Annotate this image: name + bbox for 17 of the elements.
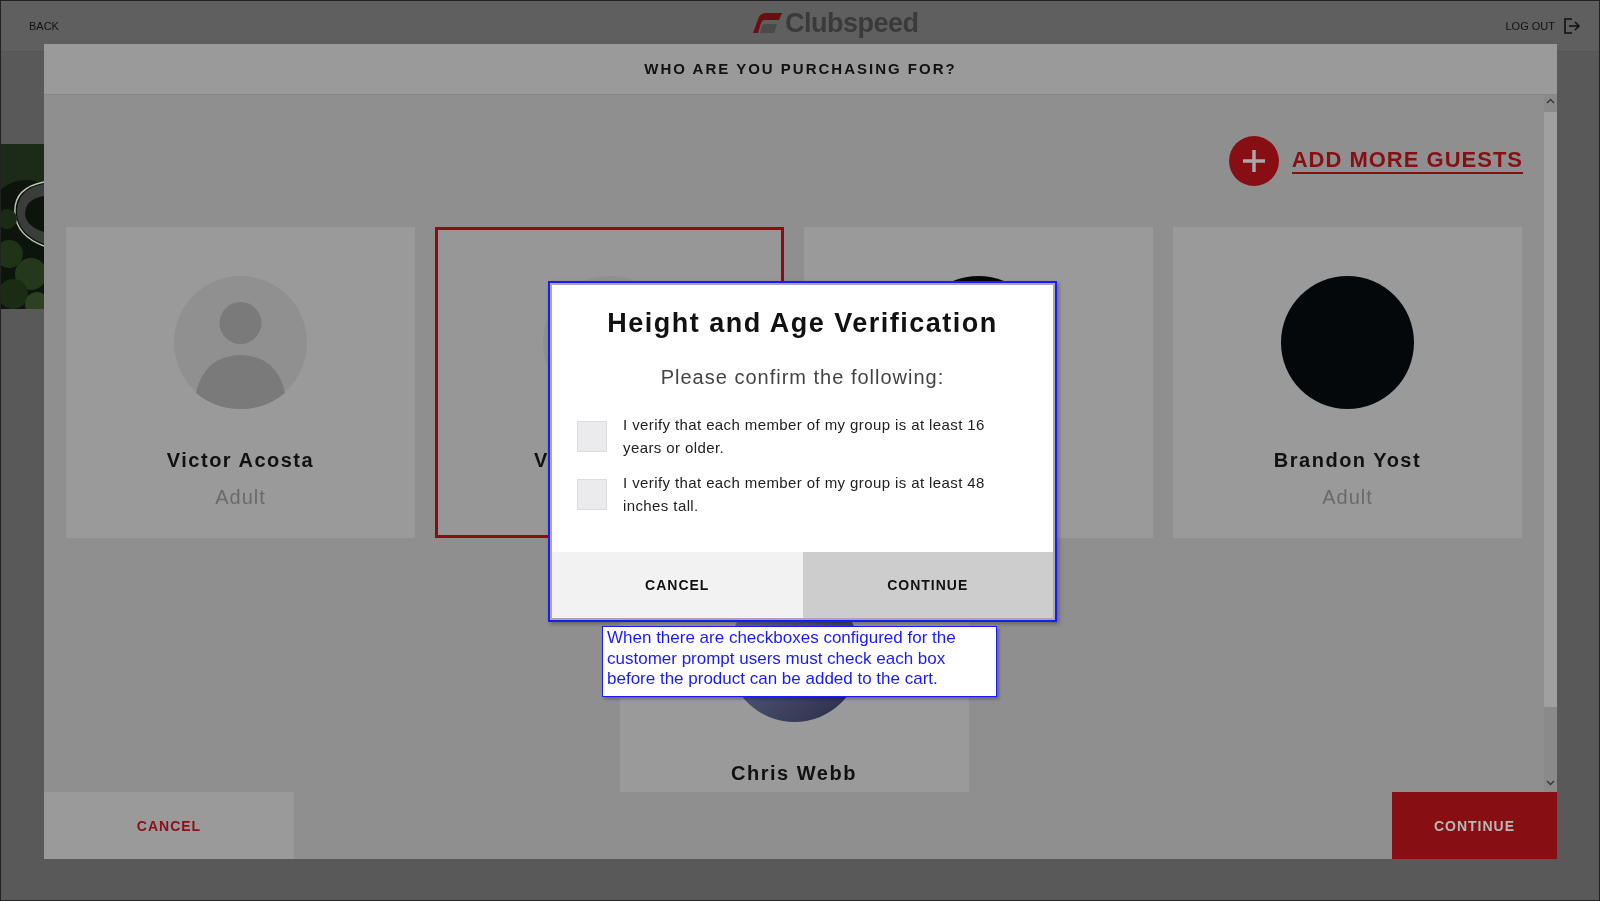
dialog-subtitle: Please confirm the following: <box>659 366 946 389</box>
continue-button[interactable]: CONTINUE <box>1392 792 1557 859</box>
checkbox-label: I verify that each member of my group is at least 16 years or older. <box>623 415 986 458</box>
cancel-button[interactable]: CANCEL <box>552 552 803 618</box>
guest-name: V <box>533 449 549 472</box>
annotation-note: When there are checkboxes configured for the customer prompt users must check each box before the product can be added to the cart. <box>602 626 997 697</box>
guest-name: Chris Webb <box>731 762 857 785</box>
logout-link[interactable]: LOG OUT <box>1505 18 1581 34</box>
continue-button[interactable]: CONTINUE <box>802 552 1053 618</box>
guest-name: Brandon Yost <box>1273 449 1422 472</box>
guest-name: Victor Acosta <box>166 449 315 472</box>
add-guests-link[interactable]: ADD MORE GUESTS <box>1228 136 1523 186</box>
checkbox-label: I verify that each member of my group is at least 48 inches tall. <box>623 473 986 516</box>
cancel-button[interactable]: CANCEL <box>44 792 294 859</box>
dialog-title: Height and Age Verification <box>606 308 999 339</box>
back-link[interactable]: BACK <box>29 20 59 32</box>
panel-title: WHO ARE YOU PURCHASING FOR? <box>44 44 1557 95</box>
